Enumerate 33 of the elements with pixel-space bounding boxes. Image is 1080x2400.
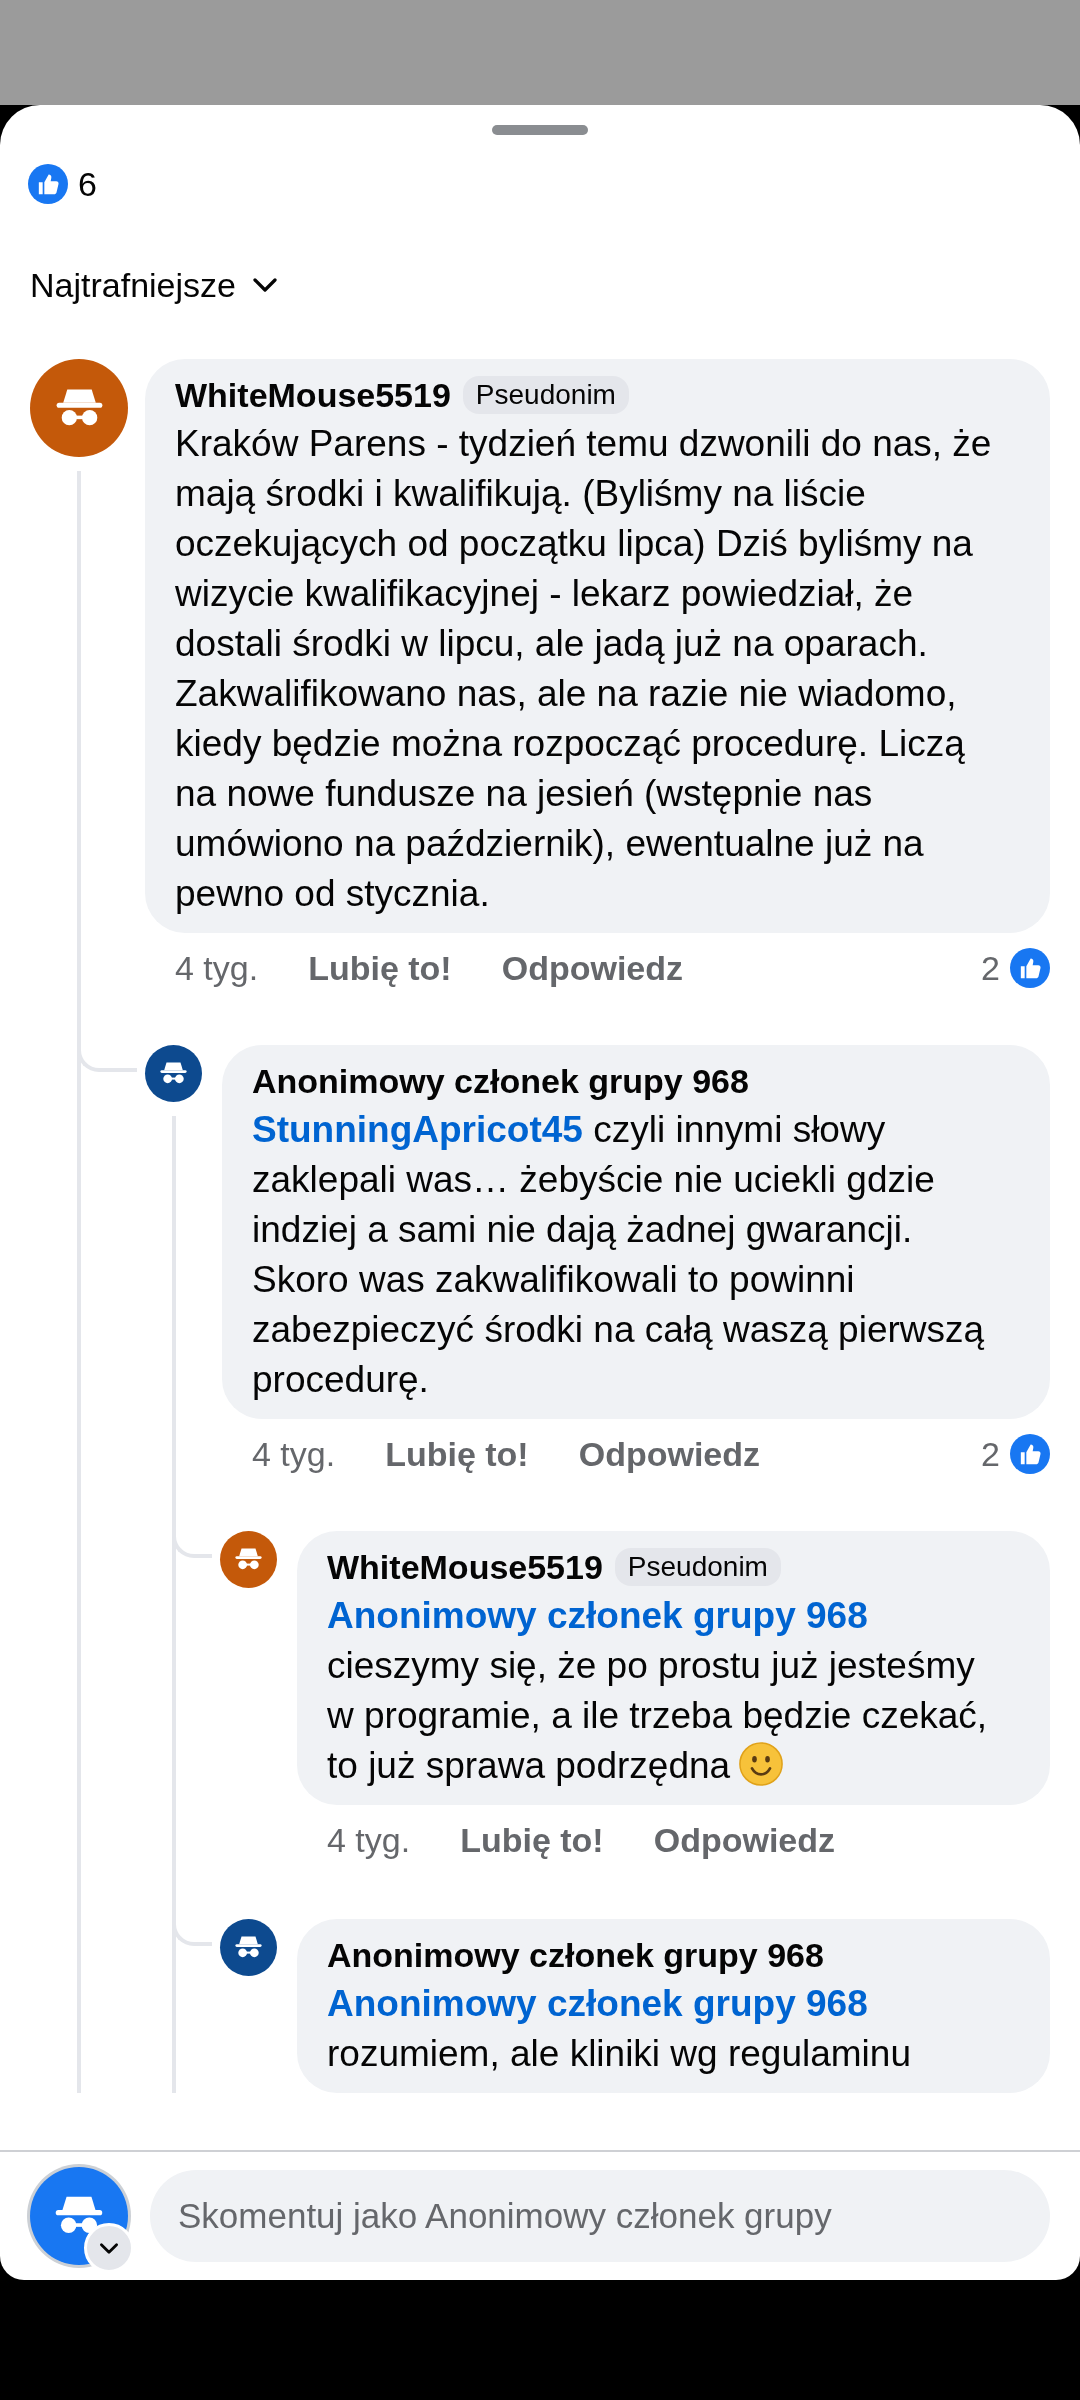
reply-button[interactable]: Odpowiedz	[578, 1434, 761, 1474]
like-button[interactable]: Lubię to!	[385, 1434, 529, 1474]
like-button[interactable]: Lubię to!	[460, 1820, 604, 1860]
mention-link[interactable]: StunningApricot45	[252, 1109, 583, 1150]
author-name[interactable]: WhiteMouse5519	[327, 1547, 603, 1587]
comment-field[interactable]: Skomentuj jako Anonimowy członek grupy	[150, 2170, 1050, 2262]
mention-link[interactable]: Anonimowy członek grupy 968	[327, 1595, 868, 1636]
comment-text: StunningApricot45 czyli innymi słowy zaklepali was… żebyście nie uciekli gdzie indziej a sami nie dają żadnej gwarancji. Skoro was zakwalifikowali to powinni zabezpieczyć środki na całą waszą pierwszą procedurę.	[252, 1109, 985, 1400]
reply-button[interactable]: Odpowiedz	[653, 1820, 836, 1860]
pseudonym-badge: Pseudonim	[462, 376, 629, 414]
sort-dropdown[interactable]: Najtrafniejsze	[30, 247, 280, 323]
author-name[interactable]: WhiteMouse5519	[175, 375, 451, 415]
like-icon	[28, 164, 68, 204]
pseudonym-badge: Pseudonim	[614, 1548, 781, 1586]
comment-text: Kraków Parens - tydzień temu dzwonili do nas, że mają środki i kwalifikują. (Byliśmy na liście oczekujących od początku lipca) Dziś byliśmy na wizycie kwalifikacyjnej - lekarz powiedział, że dostali środki w lipcu, ale jadą już na oparach. Zakwalifikowano nas, ale na razie nie wiadomo, kiedy będzie można rozpocząć procedurę. Liczą na nowe fundusze na jesień (wstępnie nas umówiono na październik), ewentualne już na pewno od stycznia.	[175, 423, 992, 914]
avatar[interactable]	[145, 1045, 202, 1102]
like-icon	[1010, 948, 1050, 988]
like-icon	[1010, 1434, 1050, 1474]
avatar[interactable]	[220, 1531, 277, 1588]
like-count: 2	[981, 1434, 1000, 1474]
comment-time: 4 tyg.	[327, 1820, 411, 1860]
comment-text: Anonimowy członek grupy 968 rozumiem, ale kliniki wg regulaminu	[327, 1983, 911, 2074]
author-name[interactable]: Anonimowy członek grupy 968	[252, 1061, 749, 1101]
avatar[interactable]	[220, 1919, 277, 1976]
reply-button[interactable]: Odpowiedz	[501, 948, 684, 988]
mention-link[interactable]: Anonimowy członek grupy 968	[327, 1983, 868, 2024]
reaction-count[interactable]: 6	[78, 164, 97, 204]
author-name[interactable]: Anonimowy członek grupy 968	[327, 1935, 824, 1975]
like-count: 2	[981, 948, 1000, 988]
comment-time: 4 tyg.	[175, 948, 259, 988]
drag-handle[interactable]	[492, 125, 588, 135]
comment-time: 4 tyg.	[252, 1434, 336, 1474]
like-button[interactable]: Lubię to!	[308, 948, 452, 988]
